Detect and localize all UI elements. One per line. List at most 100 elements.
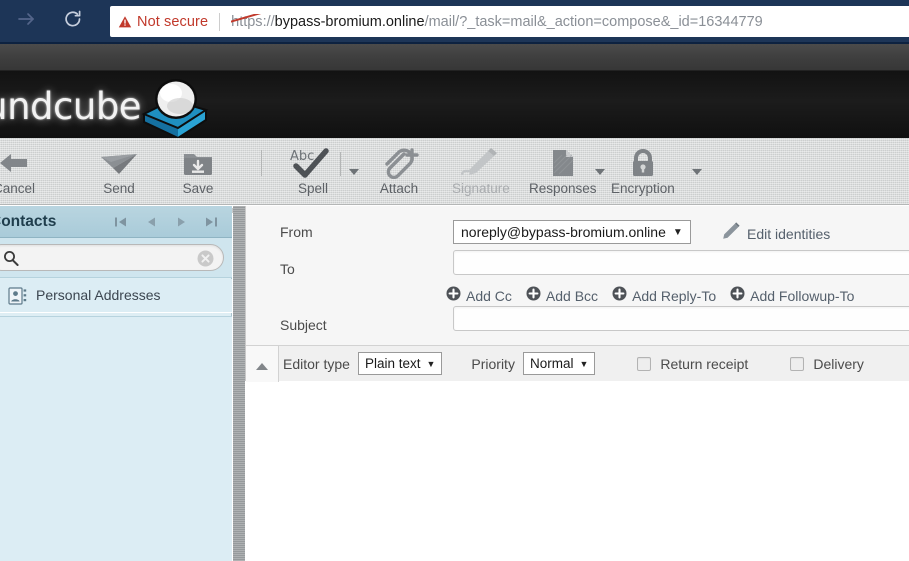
url-text: https://bypass-bromium.online/mail/?_tas… <box>231 13 763 30</box>
contacts-search-row <box>0 238 232 278</box>
contacts-title: Contacts <box>0 213 57 230</box>
search-input[interactable] <box>21 248 181 269</box>
signature-button[interactable]: Signature <box>452 146 510 198</box>
plus-circle-icon <box>730 286 745 306</box>
add-cc-link[interactable]: Add Cc <box>446 286 512 306</box>
app-logo-bar: oundcube <box>0 71 909 140</box>
plus-circle-icon <box>612 286 627 306</box>
pencil-icon <box>722 222 740 245</box>
cancel-label: Cancel <box>0 181 36 196</box>
editor-type-label: Editor type <box>283 355 350 372</box>
chevron-down-icon: ▼ <box>579 358 589 369</box>
encryption-label: Encryption <box>611 181 675 196</box>
spell-label: Spell <box>297 181 329 196</box>
responses-button[interactable]: Responses <box>529 146 597 198</box>
not-secure-label: Not secure <box>137 13 209 30</box>
encryption-chevron-down-icon[interactable] <box>692 169 702 175</box>
compose-headers: From noreply@bypass-bromium.online ▼ Edi… <box>245 206 909 382</box>
responses-label: Responses <box>529 181 597 196</box>
add-bcc-link[interactable]: Add Bcc <box>526 286 598 306</box>
editor-type-select[interactable]: Plain text ▼ <box>357 352 443 375</box>
to-label: To <box>280 261 295 277</box>
priority-value: Normal <box>529 356 574 371</box>
send-label: Send <box>103 181 135 196</box>
plus-circle-icon <box>526 286 541 306</box>
save-button[interactable]: Save <box>181 146 215 198</box>
address-book-icon <box>8 287 28 310</box>
prev-page-icon[interactable] <box>144 215 159 229</box>
priority-select[interactable]: Normal ▼ <box>522 352 596 375</box>
forward-arrow-icon[interactable] <box>14 6 40 32</box>
encryption-button[interactable]: Encryption <box>611 146 675 198</box>
add-reply-to-label: Add Reply-To <box>632 288 717 304</box>
warning-triangle-icon <box>118 15 132 29</box>
spell-button[interactable]: Abc Spell <box>288 146 338 198</box>
toolbar-grip <box>226 200 262 213</box>
reload-icon[interactable] <box>60 6 86 32</box>
plus-circle-icon <box>446 286 461 306</box>
from-identity-value: noreply@bypass-bromium.online <box>461 224 666 240</box>
collapse-headers-button[interactable] <box>251 356 273 376</box>
edit-identities-link[interactable]: Edit identities <box>722 222 830 245</box>
url-host: bypass-bromium.online <box>274 13 425 30</box>
compose-options-bar: Editor type Plain text ▼ Priority Normal… <box>246 345 909 382</box>
padlock-icon <box>625 146 661 179</box>
paper-plane-icon <box>99 146 139 179</box>
add-reply-to-link[interactable]: Add Reply-To <box>612 286 716 306</box>
address-bar[interactable]: Not secure https://bypass-bromium.online… <box>110 6 909 37</box>
browser-toolbar: Not secure https://bypass-bromium.online… <box>0 0 909 44</box>
search-box[interactable] <box>0 244 224 271</box>
subject-input[interactable] <box>453 306 909 331</box>
compose-toolbar: Cancel Send Save Abc Spell Attach Signat… <box>0 138 909 213</box>
recipient-add-links: Add Cc Add Bcc Add Reply-To Add Followup… <box>446 286 863 306</box>
signature-pen-icon <box>458 146 504 179</box>
spellcheck-abc-icon: Abc <box>288 146 338 179</box>
first-page-icon[interactable] <box>113 215 128 229</box>
contacts-sidebar: Contacts Personal Add <box>0 206 232 561</box>
cancel-button[interactable]: Cancel <box>0 146 35 198</box>
send-button[interactable]: Send <box>99 146 139 198</box>
attach-button[interactable]: Attach <box>377 146 421 198</box>
priority-label: Priority <box>471 355 515 372</box>
contacts-list-body <box>0 316 232 561</box>
editor-type-value: Plain text <box>364 356 421 371</box>
subject-label: Subject <box>280 317 327 333</box>
add-cc-label: Add Cc <box>466 288 512 304</box>
from-label: From <box>280 224 313 240</box>
message-body-editor[interactable] <box>245 382 909 561</box>
sidebar-item-personal-addresses[interactable]: Personal Addresses <box>0 279 232 313</box>
to-input[interactable] <box>453 250 909 275</box>
personal-addresses-label: Personal Addresses <box>36 287 161 303</box>
back-arrow-icon <box>0 146 31 179</box>
contacts-header: Contacts <box>0 206 232 238</box>
add-followup-to-link[interactable]: Add Followup-To <box>730 286 854 306</box>
chevron-down-icon: ▼ <box>426 358 436 369</box>
last-page-icon[interactable] <box>204 215 219 229</box>
url-scheme: https <box>231 13 268 30</box>
spell-chevron-down-icon[interactable] <box>349 169 359 175</box>
return-receipt-checkbox[interactable] <box>637 356 652 371</box>
toolbar-separator <box>261 150 262 176</box>
delivery-notification-label: Delivery <box>813 355 864 372</box>
spell-divider <box>340 152 341 176</box>
close-icon[interactable] <box>197 250 214 272</box>
svg-text:Abc: Abc <box>290 149 314 164</box>
delivery-notification-checkbox[interactable] <box>790 356 805 371</box>
add-followup-to-label: Add Followup-To <box>750 288 855 304</box>
app-topbar: out <box>0 44 909 71</box>
responses-chevron-down-icon[interactable] <box>595 169 605 175</box>
app-logo-text: oundcube <box>0 85 142 128</box>
vertical-splitter[interactable] <box>233 206 245 561</box>
save-label: Save <box>182 181 214 196</box>
attach-label: Attach <box>379 181 419 196</box>
url-path: /mail/?_task=mail&_action=compose&_id=16… <box>424 13 763 30</box>
edit-identities-label: Edit identities <box>747 225 831 242</box>
compose-pane: From noreply@bypass-bromium.online ▼ Edi… <box>245 206 909 561</box>
chevron-down-icon: ▼ <box>672 226 683 238</box>
document-icon <box>546 146 580 179</box>
omnibox-divider <box>219 12 221 31</box>
signature-label: Signature <box>452 181 510 196</box>
from-identity-select[interactable]: noreply@bypass-bromium.online ▼ <box>453 220 691 244</box>
roundcube-cube-logo-icon <box>136 76 214 142</box>
next-page-icon[interactable] <box>174 215 189 229</box>
